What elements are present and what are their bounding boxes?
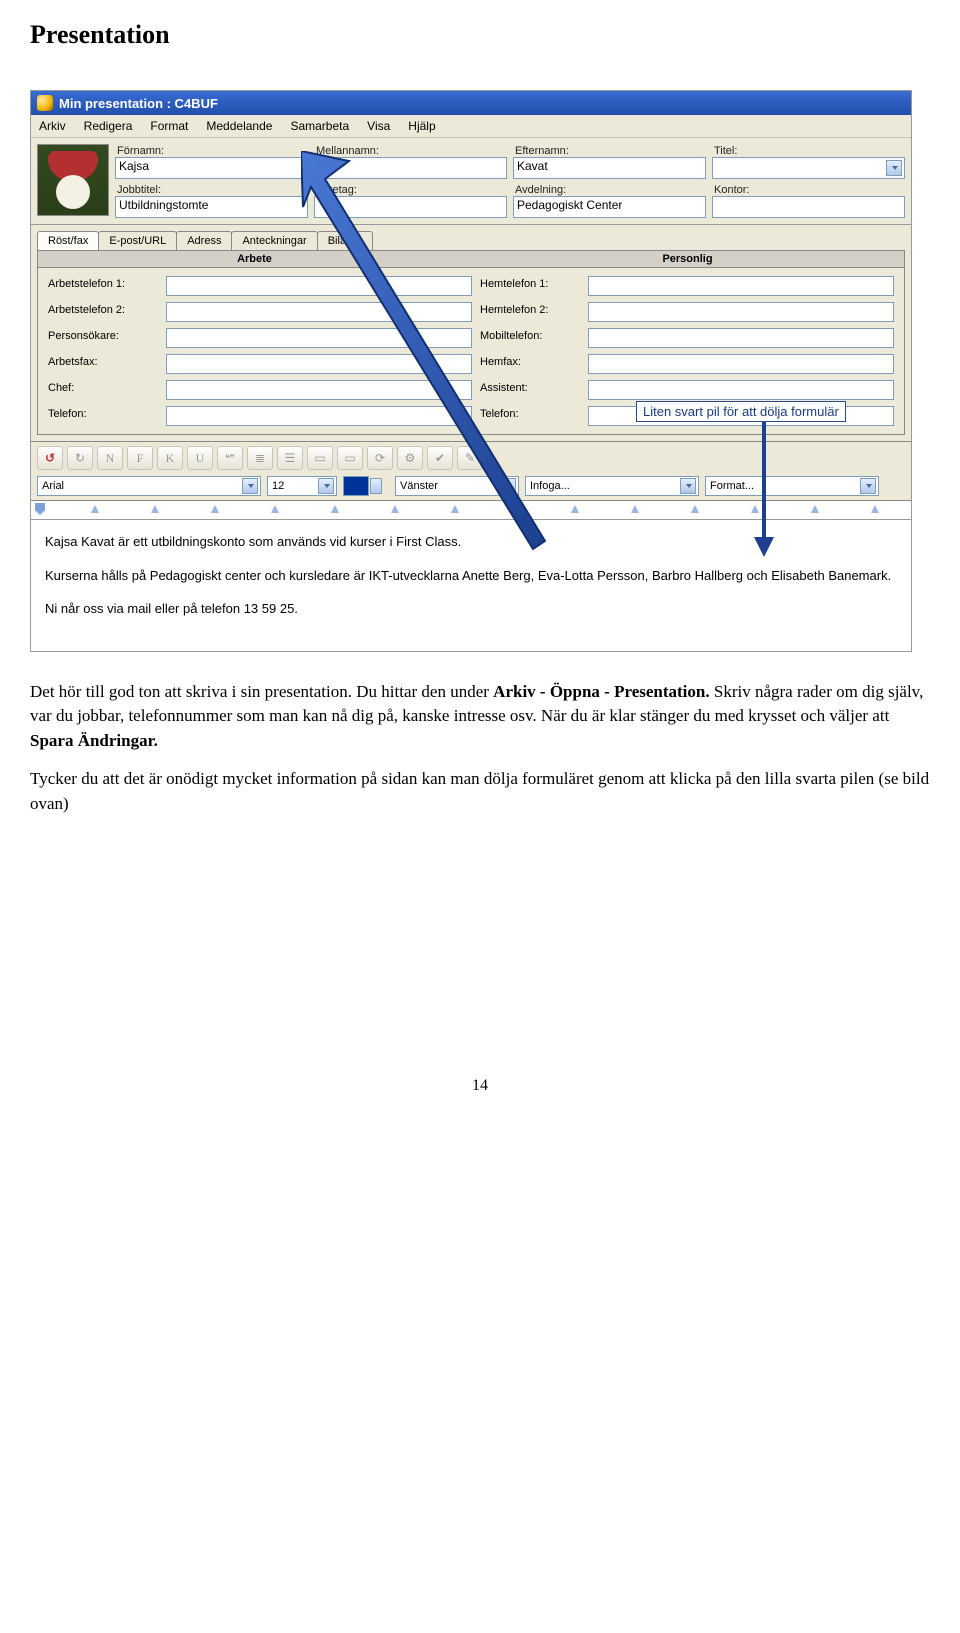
window-title: Min presentation : C4BUF: [59, 96, 218, 111]
btn-k[interactable]: K: [157, 446, 183, 470]
label-fornamn: Förnamn:: [115, 144, 308, 157]
color-swatch[interactable]: [343, 476, 369, 496]
doc-paragraph-1: Det hör till god ton att skriva i sin pr…: [30, 680, 930, 754]
input-chef[interactable]: [166, 380, 472, 400]
label-foretag: Företag:: [314, 183, 507, 196]
label-hemtel1: Hemtelefon 1:: [480, 276, 580, 296]
undo-icon[interactable]: ↺: [37, 446, 63, 470]
column-headers: Arbete Personlig: [38, 251, 904, 268]
tab-bilagor[interactable]: Bilagor: [317, 231, 373, 250]
format-row-2: Arial 12 Vänster Infoga... Format...: [31, 474, 911, 501]
btn-u[interactable]: U: [187, 446, 213, 470]
tab-adress[interactable]: Adress: [176, 231, 232, 250]
avatar-image: [37, 144, 109, 216]
combo-insert[interactable]: Infoga...: [525, 476, 699, 496]
btn-quote[interactable]: ❝❞: [217, 446, 243, 470]
input-telefon-l[interactable]: [166, 406, 472, 426]
window-icon: [37, 95, 53, 111]
menu-meddelande[interactable]: Meddelande: [206, 119, 272, 133]
label-avdelning: Avdelning:: [513, 183, 706, 196]
screenshot: Min presentation : C4BUF Arkiv Redigera …: [30, 90, 912, 652]
input-jobbtitel[interactable]: Utbildningstomte: [115, 196, 308, 218]
tab-epost[interactable]: E-post/URL: [98, 231, 177, 250]
label-mobil: Mobiltelefon:: [480, 328, 580, 348]
menubar: Arkiv Redigera Format Meddelande Samarbe…: [31, 115, 911, 138]
label-assistent: Assistent:: [480, 380, 580, 400]
btn-n[interactable]: N: [97, 446, 123, 470]
editor-p3: Ni når oss via mail eller på telefon 13 …: [45, 599, 897, 619]
btn-link-icon[interactable]: ⚙: [397, 446, 423, 470]
menu-visa[interactable]: Visa: [367, 119, 390, 133]
combo-format[interactable]: Format...: [705, 476, 879, 496]
btn-check-icon[interactable]: ✔: [427, 446, 453, 470]
input-foretag[interactable]: [314, 196, 507, 218]
editor-body[interactable]: Kajsa Kavat är ett utbildningskonto som …: [31, 520, 911, 651]
label-personsokare: Personsökare:: [48, 328, 158, 348]
label-telefon-r: Telefon:: [480, 406, 580, 426]
label-jobbtitel: Jobbtitel:: [115, 183, 308, 196]
input-mobil[interactable]: [588, 328, 894, 348]
menu-samarbeta[interactable]: Samarbeta: [290, 119, 349, 133]
label-arbetstel1: Arbetstelefon 1:: [48, 276, 158, 296]
combo-font[interactable]: Arial: [37, 476, 261, 496]
doc-paragraph-2: Tycker du att det är onödigt mycket info…: [30, 767, 930, 816]
label-hemfax: Hemfax:: [480, 354, 580, 374]
label-titel: Titel:: [712, 144, 905, 157]
label-efternamn: Efternamn:: [513, 144, 706, 157]
label-hemtel2: Hemtelefon 2:: [480, 302, 580, 322]
list-number-icon[interactable]: ☰: [277, 446, 303, 470]
select-titel[interactable]: [712, 157, 905, 179]
menu-format[interactable]: Format: [150, 119, 188, 133]
label-kontor: Kontor:: [712, 183, 905, 196]
page-number: 14: [30, 1077, 930, 1095]
editor-p1: Kajsa Kavat är ett utbildningskonto som …: [45, 532, 897, 552]
input-hemtel2[interactable]: [588, 302, 894, 322]
redo-icon[interactable]: ↻: [67, 446, 93, 470]
label-mellannamn: Mellannamn:: [314, 144, 507, 157]
document-body: Det hör till god ton att skriva i sin pr…: [30, 680, 930, 817]
combo-align[interactable]: Vänster: [395, 476, 519, 496]
input-efternamn[interactable]: Kavat: [513, 157, 706, 179]
input-hemfax[interactable]: [588, 354, 894, 374]
label-arbetstel2: Arbetstelefon 2:: [48, 302, 158, 322]
input-arbetsfax[interactable]: [166, 354, 472, 374]
menu-hjalp[interactable]: Hjälp: [408, 119, 435, 133]
btn-refresh[interactable]: ⟳: [367, 446, 393, 470]
input-hemtel1[interactable]: [588, 276, 894, 296]
input-arbetstel1[interactable]: [166, 276, 472, 296]
ruler: [31, 501, 911, 520]
annotation-callout: Liten svart pil för att dölja formulär: [636, 401, 846, 422]
colhead-personlig: Personlig: [471, 251, 904, 267]
colhead-arbete: Arbete: [38, 251, 471, 267]
input-kontor[interactable]: [712, 196, 905, 218]
btn-f[interactable]: F: [127, 446, 153, 470]
label-chef: Chef:: [48, 380, 158, 400]
input-arbetstel2[interactable]: [166, 302, 472, 322]
btn-style2[interactable]: ▭: [337, 446, 363, 470]
label-telefon-l: Telefon:: [48, 406, 158, 426]
menu-redigera[interactable]: Redigera: [84, 119, 133, 133]
tab-anteckningar[interactable]: Anteckningar: [231, 231, 317, 250]
input-avdelning[interactable]: Pedagogiskt Center: [513, 196, 706, 218]
input-mellannamn[interactable]: [314, 157, 507, 179]
btn-misc[interactable]: ✎: [457, 446, 483, 470]
tab-strip: Röst/fax E-post/URL Adress Anteckningar …: [31, 225, 911, 250]
format-toolbar: ↺ ↻ N F K U ❝❞ ≣ ☰ ▭ ▭ ⟳ ⚙ ✔ ✎: [31, 441, 911, 474]
list-bullet-icon[interactable]: ≣: [247, 446, 273, 470]
input-assistent[interactable]: [588, 380, 894, 400]
input-fornamn[interactable]: Kajsa: [115, 157, 308, 179]
btn-style1[interactable]: ▭: [307, 446, 333, 470]
window-titlebar: Min presentation : C4BUF: [31, 91, 911, 115]
tab-rostfax[interactable]: Röst/fax: [37, 231, 99, 250]
label-arbetsfax: Arbetsfax:: [48, 354, 158, 374]
input-personsokare[interactable]: [166, 328, 472, 348]
menu-arkiv[interactable]: Arkiv: [39, 119, 66, 133]
page-heading: Presentation: [30, 20, 930, 50]
editor-p2: Kurserna hålls på Pedagogiskt center och…: [45, 566, 897, 586]
identity-form: Förnamn: Kajsa Mellannamn: Efternamn: Ka…: [31, 138, 911, 225]
combo-size[interactable]: 12: [267, 476, 337, 496]
